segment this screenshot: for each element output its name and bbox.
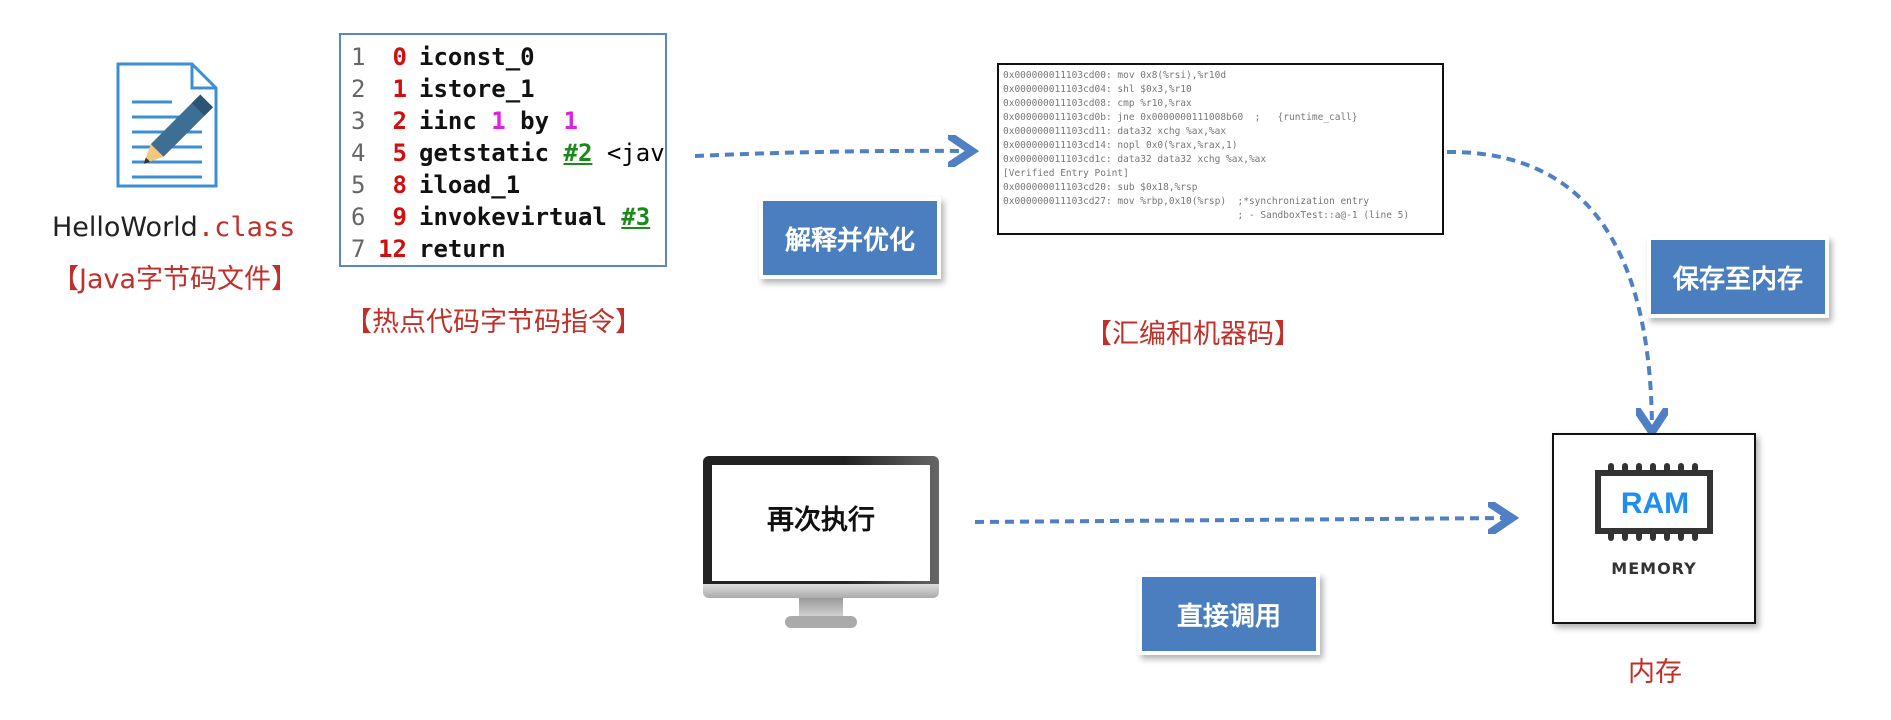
save-to-memory-step: 保存至内存 xyxy=(1647,236,1829,318)
assembly-line: 0x000000011103cd27: mov %rbp,0x10(%rsp) … xyxy=(1003,196,1370,207)
assembly-line: ; - SandboxTest::a@-1 (line 5) xyxy=(1003,210,1410,221)
assembly-line: 0x000000011103cd04: shl $0x3,%r10 xyxy=(1003,84,1192,95)
direct-call-step: 直接调用 xyxy=(1138,573,1320,655)
assembly-caption: 【汇编和机器码】 xyxy=(1085,319,1301,350)
arrow-bytecode-to-assembly xyxy=(694,151,968,156)
assembly-listing: 0x000000011103cd00: mov 0x8(%rsi),%r10d 0… xyxy=(997,63,1444,235)
assembly-line: 0x000000011103cd14: nopl 0x0(%rax,%rax,1… xyxy=(1003,140,1238,151)
arrow-assembly-to-memory xyxy=(1446,149,1652,428)
memory-caption: 内存 xyxy=(1628,657,1682,688)
assembly-line: 0x000000011103cd00: mov 0x8(%rsi),%r10d xyxy=(1003,70,1227,81)
memory-label: MEMORY xyxy=(1611,559,1697,578)
assembly-line: [Verified Entry Point] xyxy=(1003,168,1129,179)
assembly-line: 0x000000011103cd1c: data32 data32 xchg %… xyxy=(1003,154,1267,165)
ram-label: RAM xyxy=(1620,487,1690,520)
assembly-line: 0x000000011103cd11: data32 xchg %ax,%ax xyxy=(1003,126,1227,137)
monitor-icon: 再次执行 xyxy=(703,456,939,632)
assembly-line: 0x000000011103cd08: cmp %r10,%rax xyxy=(1003,98,1192,109)
arrow-execute-to-memory xyxy=(974,518,1508,522)
interpret-optimize-step: 解释并优化 xyxy=(759,197,941,279)
memory-box: RAM MEMORY xyxy=(1552,433,1756,624)
assembly-line: 0x000000011103cd20: sub $0x18,%rsp xyxy=(1003,182,1198,193)
execute-again-text: 再次执行 xyxy=(767,505,875,536)
assembly-line: 0x000000011103cd0b: jne 0x0000000111008b… xyxy=(1003,112,1358,123)
